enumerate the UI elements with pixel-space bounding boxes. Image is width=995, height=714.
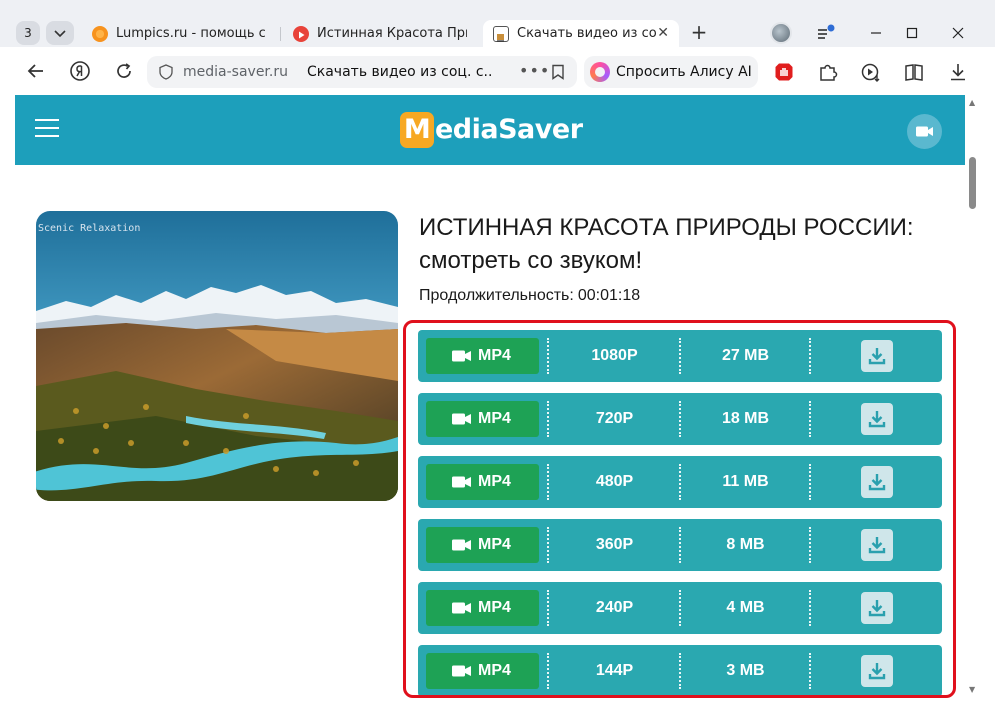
scroll-thumb[interactable] bbox=[969, 157, 976, 209]
book-icon bbox=[905, 64, 923, 81]
site-header: MediaSaver bbox=[15, 95, 965, 165]
url-page-title: Скачать видео из соц. с... bbox=[307, 64, 492, 80]
alice-icon bbox=[590, 62, 610, 82]
video-camera-icon bbox=[916, 126, 933, 137]
reader-extension-button[interactable] bbox=[903, 61, 925, 83]
tab-title: Скачать видео из соц. bbox=[517, 26, 657, 41]
tab-lumpics[interactable]: Lumpics.ru - помощь с ком bbox=[82, 20, 276, 47]
close-window-button[interactable] bbox=[946, 22, 970, 44]
video-thumbnail[interactable]: Scenic Relaxation bbox=[36, 211, 398, 501]
play-download-icon bbox=[861, 63, 880, 82]
maximize-button[interactable] bbox=[900, 22, 924, 44]
adblock-hand-icon bbox=[775, 63, 793, 81]
page-menu-button[interactable]: ••• bbox=[519, 56, 550, 86]
maximize-icon bbox=[906, 27, 918, 39]
tab-title: Истинная Красота Приро bbox=[317, 26, 467, 41]
media-saver-logo[interactable]: MediaSaver bbox=[400, 112, 583, 148]
video-duration: Продолжительность: 00:01:18 bbox=[419, 287, 640, 305]
video-title: ИСТИННАЯ КРАСОТА ПРИРОДЫ РОССИИ: смотрет… bbox=[419, 211, 959, 277]
bookmark-icon[interactable] bbox=[551, 64, 565, 80]
page-viewport: MediaSaver Scenic Relaxation ИСТИННАЯ КР… bbox=[15, 95, 965, 698]
video-camera-button[interactable] bbox=[907, 114, 942, 149]
ask-alice-label: Спросить Алису AI bbox=[616, 64, 752, 80]
back-button[interactable] bbox=[24, 59, 48, 83]
close-icon bbox=[952, 27, 964, 39]
duration-value: 00:01:18 bbox=[577, 287, 641, 304]
download-arrow-icon bbox=[951, 64, 965, 81]
extensions-button[interactable] bbox=[817, 61, 839, 83]
video-title-line-1: ИСТИННАЯ КРАСОТА ПРИРОДЫ РОССИИ: bbox=[419, 214, 914, 241]
video-extension-button[interactable] bbox=[860, 61, 882, 83]
list-with-dot-icon bbox=[818, 24, 835, 39]
close-tab-icon[interactable]: ✕ bbox=[657, 20, 669, 47]
media-saver-favicon-icon bbox=[493, 26, 509, 42]
reload-icon bbox=[117, 63, 131, 78]
video-title-line-2: смотреть со звуком! bbox=[419, 247, 643, 274]
collections-button[interactable] bbox=[813, 22, 837, 44]
highlight-frame bbox=[403, 320, 956, 698]
profile-avatar[interactable] bbox=[770, 22, 792, 44]
address-bar[interactable]: media-saver.ru Скачать видео из соц. с..… bbox=[147, 56, 577, 88]
thumbnail-caption: Scenic Relaxation bbox=[38, 223, 141, 234]
scroll-down-arrow-icon[interactable]: ▼ bbox=[969, 685, 975, 694]
tab-video-page[interactable]: Истинная Красота Приро bbox=[283, 20, 477, 47]
downloads-button[interactable] bbox=[947, 61, 969, 83]
duration-label: Продолжительность: bbox=[419, 287, 574, 304]
tab-counter-button[interactable]: 3 bbox=[16, 21, 40, 45]
minimize-button[interactable] bbox=[864, 22, 888, 44]
browser-toolbar: media-saver.ru Скачать видео из соц. с..… bbox=[0, 47, 995, 95]
tab-title: Lumpics.ru - помощь с ком bbox=[116, 26, 266, 41]
page-scrollbar[interactable]: ▲ ▼ bbox=[965, 95, 980, 698]
logo-text: ediaSaver bbox=[435, 114, 583, 145]
chevron-down-icon bbox=[54, 30, 66, 38]
minimize-icon bbox=[871, 32, 881, 34]
scroll-up-arrow-icon[interactable]: ▲ bbox=[969, 98, 975, 107]
play-favicon-icon bbox=[293, 26, 309, 42]
shield-icon[interactable] bbox=[159, 64, 173, 80]
hamburger-menu-icon[interactable] bbox=[35, 119, 59, 139]
yandex-button[interactable] bbox=[68, 59, 92, 83]
arrow-left-icon bbox=[27, 64, 43, 78]
tab-media-saver[interactable]: Скачать видео из соц. ✕ bbox=[483, 20, 679, 47]
logo-initial: M bbox=[400, 112, 434, 148]
tab-separator bbox=[280, 27, 281, 41]
mountain-landscape-image bbox=[36, 211, 398, 501]
adblock-extension-button[interactable] bbox=[773, 61, 795, 83]
new-tab-button[interactable]: + bbox=[687, 21, 711, 45]
tab-bar: 3 Lumpics.ru - помощь с ком Истинная Кра… bbox=[0, 0, 995, 47]
browser-window: 3 Lumpics.ru - помощь с ком Истинная Кра… bbox=[0, 0, 995, 714]
reload-button[interactable] bbox=[112, 59, 136, 83]
url-domain: media-saver.ru bbox=[183, 64, 288, 80]
yandex-logo-icon bbox=[70, 61, 90, 81]
puzzle-icon bbox=[820, 64, 838, 81]
ask-alice-button[interactable]: Спросить Алису AI bbox=[584, 56, 758, 88]
orange-favicon-icon bbox=[92, 26, 108, 42]
tab-list-button[interactable] bbox=[46, 21, 74, 45]
